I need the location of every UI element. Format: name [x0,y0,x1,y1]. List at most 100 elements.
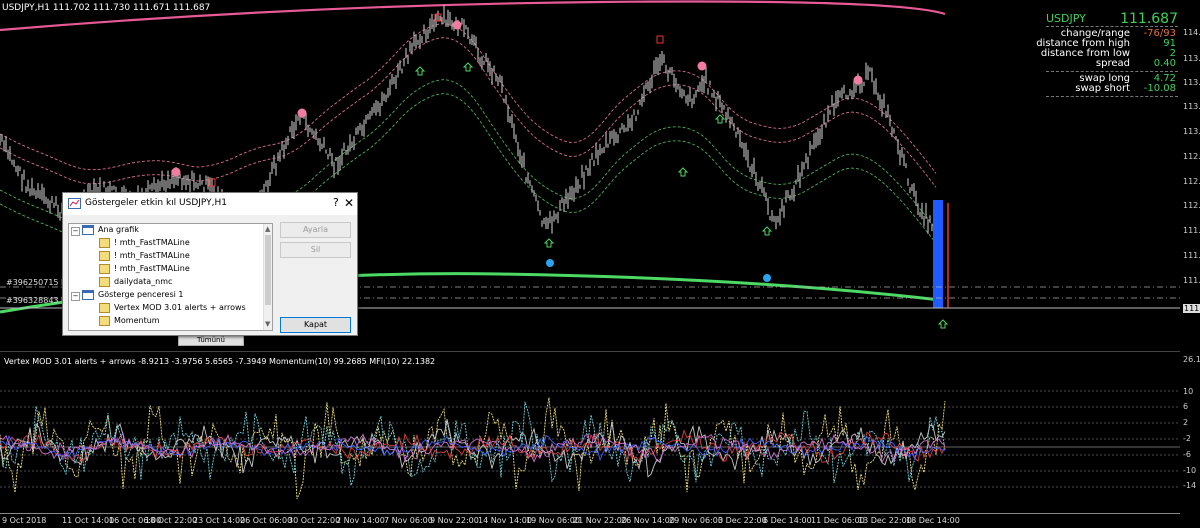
custom-indicator-icon [99,251,110,261]
custom-indicator-icon [99,238,110,248]
tree-group-main[interactable]: Ana grafik [98,225,139,234]
chart-title: USDJPY,H1 111.702 111.730 111.671 111.68… [2,3,211,13]
chart-window-icon [82,225,94,235]
tree-item-indicator[interactable]: ! mth_FastTMALine [114,238,190,247]
close-button[interactable]: Kapat [280,317,351,333]
help-icon[interactable]: ? [333,196,339,209]
info-separator [1046,71,1178,72]
indicator-tick: -14 [1183,481,1197,490]
tree-item-indicator[interactable]: Momentum [114,316,160,325]
info-row-spread: spread 0.40 [1046,58,1178,69]
info-label: spread [1095,58,1130,69]
time-tick: 18 Dec 14:00 [906,516,960,525]
edit-button[interactable]: Ayarla [280,222,351,238]
delete-button[interactable]: Sil [280,242,351,258]
tma-band-line [0,37,937,188]
time-axis[interactable]: 9 Oct 2018 11 Oct 14:00 16 Oct 06:00 18 … [0,513,1180,528]
dot-marker [763,274,771,282]
indicator-subwindow[interactable] [0,355,1180,513]
time-tick: 13 Dec 22:00 [858,516,912,525]
tree-scrollbar[interactable]: ▲ ▼ [263,224,272,330]
indicator-tree[interactable]: − Ana grafik ! mth_FastTMALine ! mth_Fas… [68,223,273,331]
info-symbol: USDJPY [1046,12,1086,25]
info-value: 0.40 [1153,58,1176,69]
time-tick: 23 Oct 14:00 [193,516,246,525]
custom-indicator-icon [99,264,110,274]
last-candle [933,200,943,308]
time-tick: 11 Oct 14:00 [62,516,115,525]
scroll-down-icon[interactable]: ▼ [265,320,270,328]
time-tick: 3 Dec 22:00 [718,516,767,525]
dialog-title: Göstergeler etkin kıl USDJPY,H1 [85,198,228,208]
scroll-up-icon[interactable]: ▲ [265,225,270,233]
custom-indicator-icon [99,303,110,313]
buy-arrow-icon [414,66,426,76]
buy-arrow-icon [937,319,949,329]
buy-arrow-icon [714,114,726,124]
buy-arrow-icon [677,167,689,177]
tma-band-line [0,23,937,174]
custom-indicator-icon [99,277,110,287]
indicator-lines [0,397,946,500]
close-icon[interactable]: ✕ [343,196,355,210]
indicator-tick: 26.12 [1183,355,1200,364]
dot-marker [546,259,554,267]
time-tick: 11 Dec 06:00 [811,516,865,525]
tree-item-indicator[interactable]: ! mth_FastTMALine [114,251,190,260]
indicator-tick: 2 [1183,418,1189,427]
show-all-button[interactable]: Tümünü [178,335,244,346]
price-tick: 111. [1183,226,1200,235]
info-label: swap short [1075,83,1130,94]
time-tick: 29 Nov 06:00 [669,516,723,525]
info-separator [1046,96,1178,97]
collapse-toggle[interactable]: − [71,292,80,301]
price-tick: 112. [1183,177,1200,186]
custom-indicator-icon [99,316,110,326]
indicator-list-icon [68,198,81,209]
sell-signal-dot [697,61,707,71]
price-tick: 111. [1183,276,1200,285]
scrollbar-thumb[interactable] [265,235,271,305]
time-tick: 26 Nov 14:00 [621,516,675,525]
time-tick: 7 Nov 06:00 [384,516,433,525]
time-tick: 26 Oct 06:00 [240,516,293,525]
price-scale[interactable]: 114. 113. 113. 113. 113. 112. 112. 112. … [1180,0,1200,352]
sell-signal-dot [297,108,307,118]
tree-group-subwindow[interactable]: Gösterge penceresi 1 [98,290,183,299]
tree-item-indicator[interactable]: dailydata_nmc [114,277,172,286]
tree-item-indicator[interactable]: Vertex MOD 3.01 alerts + arrows [114,303,246,312]
indicator-tick: -6 [1183,450,1191,459]
tree-item-indicator[interactable]: ! mth_FastTMALine [114,264,190,273]
time-tick: 21 Nov 22:00 [573,516,627,525]
price-tick: 113. [1183,102,1200,111]
info-row-swap-short: swap short -10.08 [1046,83,1178,94]
dialog-titlebar[interactable]: Göstergeler etkin kıl USDJPY,H1 ? ✕ [63,193,357,215]
price-tick: 113. [1183,78,1200,87]
indicator-tick: -2 [1183,434,1191,443]
sell-signal-dot [853,75,863,85]
indicator-tick: 10 [1183,387,1194,396]
current-price-tag: 111. [1183,304,1200,313]
time-tick: 9 Nov 22:00 [430,516,479,525]
time-tick: 6 Dec 14:00 [763,516,812,525]
buy-arrow-icon [543,238,555,248]
price-tick: 112. [1183,152,1200,161]
indicator-tick: -10 [1183,466,1197,475]
time-tick: 18 Oct 22:00 [145,516,198,525]
collapse-toggle[interactable]: − [71,227,80,236]
indicators-dialog[interactable]: Göstergeler etkin kıl USDJPY,H1 ? ✕ − An… [62,192,358,336]
info-value: -10.08 [1143,83,1176,94]
indicator-tick: 6 [1183,402,1189,411]
time-tick: 2 Nov 14:00 [336,516,385,525]
time-tick: 19 Nov 06:00 [526,516,580,525]
indicator-scale[interactable]: 26.12 10 6 2 -2 -6 -10 -14 [1180,355,1200,513]
time-tick: 14 Nov 14:00 [478,516,532,525]
sell-arrow-icon [656,35,664,44]
price-tick: 111. [1183,251,1200,260]
sell-signal-dot [452,20,462,30]
info-separator [1046,26,1178,27]
info-price: 111.687 [1120,11,1178,27]
price-tick: 113. [1183,127,1200,136]
buy-arrow-icon [462,62,474,72]
price-tick: 114. [1183,28,1200,37]
